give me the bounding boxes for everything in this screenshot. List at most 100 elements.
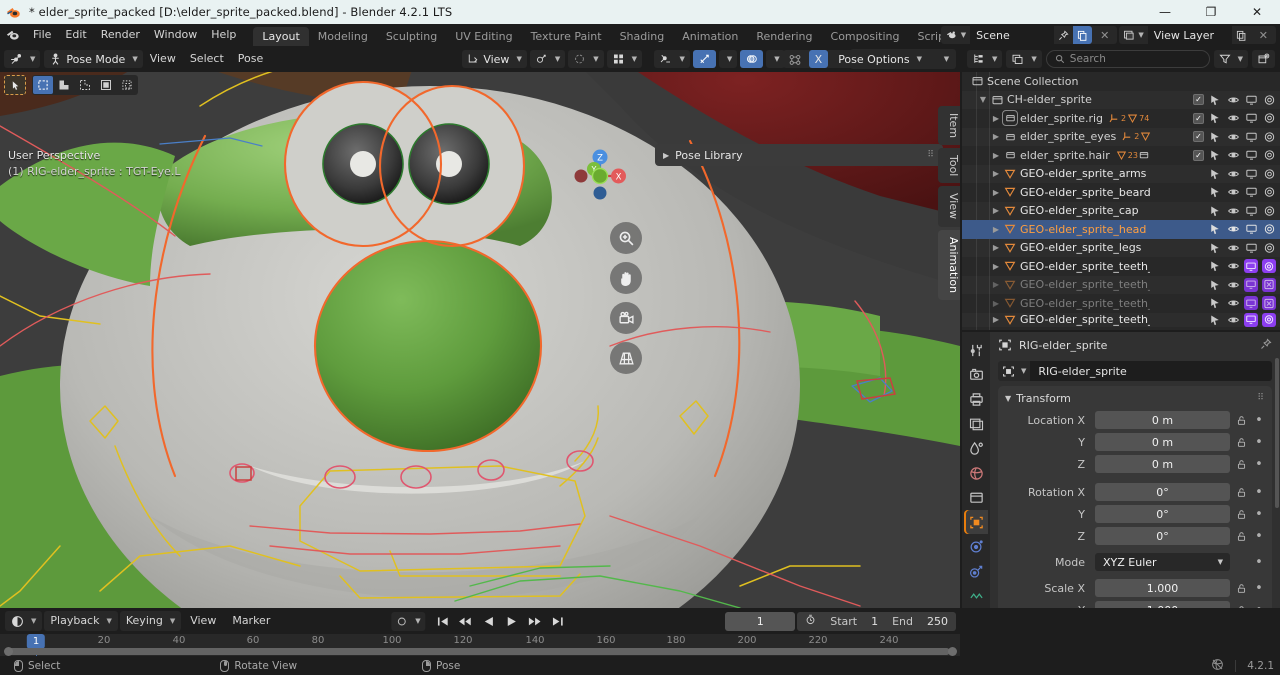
disclosure-closed-icon[interactable]: ▶ xyxy=(989,132,1003,141)
disclosure-closed-icon[interactable]: ▶ xyxy=(989,225,1003,234)
disable-in-renders-camera-icon[interactable] xyxy=(1262,278,1276,292)
selectable-cursor-icon[interactable] xyxy=(1208,148,1222,162)
pose-library-disclosure-icon[interactable]: ▶ xyxy=(663,151,669,160)
object-constraints-tab-icon[interactable] xyxy=(964,559,988,584)
outliner-row-scene-collection[interactable]: Scene Collection xyxy=(962,72,1280,91)
outliner-row-elder-sprite-eyes[interactable]: ▶ elder_sprite_eyes 2 ✓ xyxy=(962,128,1280,147)
workspace-tab-animation[interactable]: Animation xyxy=(673,27,747,46)
disable-in-viewports-screen-icon[interactable] xyxy=(1244,241,1258,255)
disclosure-closed-icon[interactable]: ▶ xyxy=(989,280,1003,289)
disclosure-closed-icon[interactable]: ▶ xyxy=(989,114,1003,123)
outliner-row-geo-teeth-3[interactable]: ▶ GEO-elder_sprite_teeth_btr xyxy=(962,294,1280,313)
viewlayer-remove-button[interactable]: ✕ xyxy=(1251,26,1276,44)
selectable-cursor-icon[interactable] xyxy=(1208,130,1222,144)
hide-in-viewport-eye-icon[interactable] xyxy=(1226,185,1240,199)
disable-in-viewports-screen-icon[interactable] xyxy=(1244,111,1258,125)
hide-in-viewport-eye-icon[interactable] xyxy=(1226,204,1240,218)
viewport-overlays-toggle[interactable] xyxy=(693,50,716,68)
physics-tab-icon[interactable] xyxy=(964,534,988,559)
animate-property-dot[interactable]: • xyxy=(1253,530,1265,543)
field-value[interactable]: 0 m xyxy=(1095,411,1230,429)
field-location-x[interactable]: Location X 0 m • xyxy=(1005,410,1265,430)
outliner-row-geo-teeth-2[interactable]: ▶ GEO-elder_sprite_teeth_btr xyxy=(962,276,1280,295)
scene-selector[interactable]: ▼ Scene ✕ xyxy=(941,26,1118,44)
scene-new-button[interactable] xyxy=(1073,26,1092,44)
frame-range-group[interactable]: Start 1 End 250 xyxy=(797,612,956,631)
sidebar-tab-tool[interactable]: Tool xyxy=(938,148,960,183)
viewlayer-new-button[interactable] xyxy=(1232,26,1251,44)
viewlayer-name[interactable]: View Layer xyxy=(1148,26,1232,44)
outliner-filter-button[interactable]: ▼ xyxy=(1214,50,1248,68)
jump-end-icon[interactable] xyxy=(547,611,569,631)
mode-selector[interactable]: Pose Mode ▼ xyxy=(44,50,142,68)
disable-in-renders-camera-icon[interactable] xyxy=(1262,259,1276,273)
selectable-cursor-icon[interactable] xyxy=(1208,313,1222,327)
disclosure-closed-icon[interactable]: ▶ xyxy=(989,169,1003,178)
animate-property-dot[interactable]: • xyxy=(1253,604,1265,609)
lock-icon[interactable] xyxy=(1234,487,1249,498)
menu-edit[interactable]: Edit xyxy=(58,24,93,46)
object-id-browse-icon[interactable]: ▼ xyxy=(998,361,1030,381)
hide-in-viewport-eye-icon[interactable] xyxy=(1226,167,1240,181)
animate-property-dot[interactable]: • xyxy=(1253,486,1265,499)
exclude-checkbox[interactable]: ✓ xyxy=(1193,94,1204,105)
zoom-icon[interactable] xyxy=(610,222,642,254)
hide-in-viewport-eye-icon[interactable] xyxy=(1226,148,1240,162)
hide-in-viewport-eye-icon[interactable] xyxy=(1226,241,1240,255)
workspace-tab-modeling[interactable]: Modeling xyxy=(309,27,377,46)
hide-in-viewport-eye-icon[interactable] xyxy=(1226,111,1240,125)
field-location-z[interactable]: Z 0 m • xyxy=(1005,454,1265,474)
field-rotation-z[interactable]: Z 0° • xyxy=(1005,526,1265,546)
close-button[interactable]: ✕ xyxy=(1234,0,1280,24)
workspace-tab-uv-editing[interactable]: UV Editing xyxy=(446,27,521,46)
animate-property-dot[interactable]: • xyxy=(1253,436,1265,449)
workspace-tab-layout[interactable]: Layout xyxy=(253,27,308,46)
selectable-cursor-icon[interactable] xyxy=(1208,241,1222,255)
object-name-field[interactable]: RIG-elder_sprite xyxy=(1030,361,1272,381)
lock-icon[interactable] xyxy=(1234,583,1249,594)
sidebar-tab-item[interactable]: Item xyxy=(938,106,960,145)
proportional-editing-toggle[interactable]: ▼ xyxy=(568,50,603,68)
navigation-gizmo[interactable]: Z X Y xyxy=(570,146,630,206)
timeline-editor[interactable]: ▼ Playback ▼ Keying ▼ View Marker ▼ xyxy=(0,608,960,656)
menu-file[interactable]: File xyxy=(26,24,58,46)
animate-property-dot[interactable]: • xyxy=(1253,582,1265,595)
outliner-search-input[interactable]: Search xyxy=(1046,50,1210,68)
field-value[interactable]: 0 m xyxy=(1095,433,1230,451)
current-frame-field[interactable]: 1 xyxy=(725,612,795,631)
collection-tab-icon[interactable] xyxy=(964,485,988,510)
select-subtract-button[interactable] xyxy=(75,76,95,94)
viewport-gizmos-toggle[interactable]: ▼ xyxy=(654,50,689,68)
hide-in-viewport-eye-icon[interactable] xyxy=(1226,259,1240,273)
scene-tab-icon[interactable] xyxy=(964,436,988,461)
sidebar-tab-view[interactable]: View xyxy=(938,186,960,226)
hide-in-viewport-eye-icon[interactable] xyxy=(1226,296,1240,310)
disclosure-closed-icon[interactable]: ▶ xyxy=(989,315,1003,324)
outliner-editor-type-selector[interactable]: ▼ xyxy=(967,50,1002,68)
disable-in-viewports-screen-icon[interactable] xyxy=(1244,130,1258,144)
timeline-horizontal-scrollbar[interactable] xyxy=(0,647,960,656)
pose-library-panel[interactable]: ▶ Pose Library ⠿ xyxy=(655,144,943,166)
transform-panel[interactable]: ▼ Transform ⠿ Location X 0 m • Y 0 m • xyxy=(998,386,1272,608)
menu-window[interactable]: Window xyxy=(147,24,204,46)
menu-render[interactable]: Render xyxy=(94,24,147,46)
select-set-button[interactable] xyxy=(33,76,53,94)
disable-in-viewports-screen-icon[interactable] xyxy=(1244,148,1258,162)
end-value[interactable]: 250 xyxy=(927,615,948,628)
outliner-display-mode-selector[interactable]: ▼ xyxy=(1006,50,1041,68)
hide-in-viewport-eye-icon[interactable] xyxy=(1226,278,1240,292)
lock-icon[interactable] xyxy=(1234,605,1249,609)
camera-view-icon[interactable] xyxy=(610,302,642,334)
play-reverse-icon[interactable] xyxy=(478,611,500,631)
selectable-cursor-icon[interactable] xyxy=(1208,259,1222,273)
workspace-tab-shading[interactable]: Shading xyxy=(611,27,674,46)
outliner-tree[interactable]: Scene Collection ▼ CH-elder_sprite ✓ xyxy=(962,72,1280,330)
selectable-cursor-icon[interactable] xyxy=(1208,185,1222,199)
disable-in-viewports-screen-icon[interactable] xyxy=(1244,296,1258,310)
xray-toggle[interactable] xyxy=(740,50,763,68)
field-value[interactable]: 0 m xyxy=(1095,455,1230,473)
rotation-mode-dropdown[interactable]: XYZ Euler ▼ xyxy=(1095,553,1230,571)
outliner-row-ch-elder-sprite[interactable]: ▼ CH-elder_sprite ✓ xyxy=(962,91,1280,110)
timeline-menu-view[interactable]: View xyxy=(183,611,223,631)
select-intersect-button[interactable] xyxy=(117,76,137,94)
